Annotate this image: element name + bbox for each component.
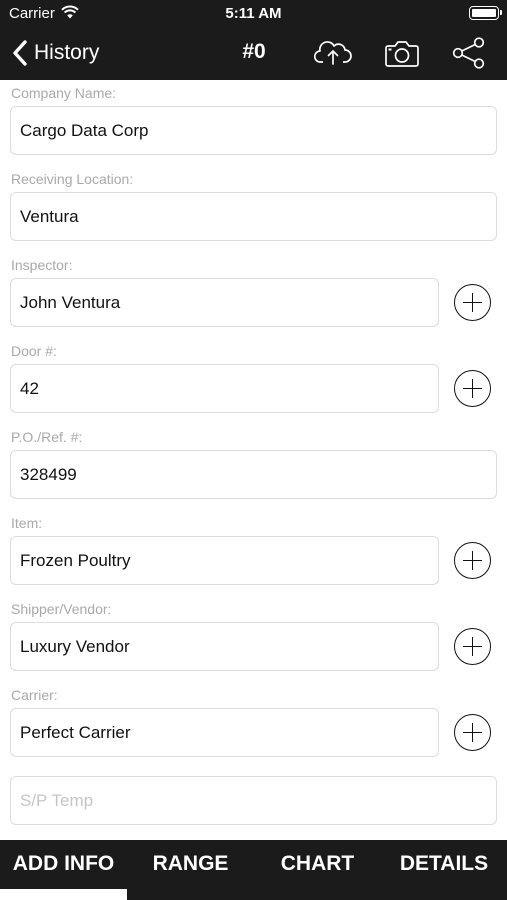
company-name-value: Cargo Data Corp bbox=[20, 120, 149, 140]
receiving-location-label: Receiving Location: bbox=[11, 171, 134, 187]
add-item-button[interactable] bbox=[454, 542, 491, 579]
tab-range[interactable]: RANGE bbox=[127, 840, 254, 900]
tab-chart[interactable]: CHART bbox=[254, 840, 381, 900]
cloud-upload-icon[interactable] bbox=[313, 36, 352, 70]
item-label: Item: bbox=[11, 515, 43, 531]
tab-details-label: DETAILS bbox=[399, 852, 489, 875]
tab-add-info[interactable]: ADD INFO bbox=[0, 840, 127, 900]
add-door-button[interactable] bbox=[454, 370, 491, 407]
back-label: History bbox=[34, 41, 100, 64]
camera-icon[interactable] bbox=[383, 36, 421, 70]
add-inspector-button[interactable] bbox=[454, 284, 491, 321]
item-input[interactable]: Frozen Poultry bbox=[10, 536, 439, 585]
sp-temp-placeholder: S/P Temp bbox=[20, 790, 94, 810]
tab-range-label: RANGE bbox=[152, 852, 229, 875]
tab-details[interactable]: DETAILS bbox=[381, 840, 507, 900]
bottom-tab-bar: ADD INFO RANGE CHART DETAILS bbox=[0, 840, 507, 900]
receiving-location-value: Ventura bbox=[20, 206, 79, 226]
tab-add-info-label: ADD INFO bbox=[12, 852, 115, 875]
carrier-input[interactable]: Perfect Carrier bbox=[10, 708, 439, 757]
chevron-left-icon bbox=[13, 40, 27, 66]
door-input[interactable]: 42 bbox=[10, 364, 439, 413]
company-name-label: Company Name: bbox=[11, 85, 117, 101]
page-title: #0 bbox=[242, 40, 266, 63]
navigation-bar: History #0 bbox=[0, 28, 507, 80]
door-value: 42 bbox=[20, 378, 39, 398]
tab-chart-label: CHART bbox=[280, 852, 355, 875]
sp-temp-input[interactable]: S/P Temp bbox=[10, 776, 497, 825]
door-label: Door #: bbox=[11, 343, 57, 359]
po-ref-value: 328499 bbox=[20, 464, 77, 484]
company-name-input[interactable]: Cargo Data Corp bbox=[10, 106, 497, 155]
battery-icon bbox=[469, 6, 502, 20]
add-shipper-vendor-button[interactable] bbox=[454, 628, 491, 665]
item-value: Frozen Poultry bbox=[20, 550, 131, 570]
carrier-value: Perfect Carrier bbox=[20, 722, 131, 742]
top-bar: Carrier 5:11 AM History #0 bbox=[0, 0, 507, 80]
inspector-label: Inspector: bbox=[11, 257, 73, 273]
carrier-label: Carrier: bbox=[11, 687, 58, 703]
status-time: 5:11 AM bbox=[225, 5, 282, 22]
receiving-location-input[interactable]: Ventura bbox=[10, 192, 497, 241]
po-ref-input[interactable]: 328499 bbox=[10, 450, 497, 499]
inspector-input[interactable]: John Ventura bbox=[10, 278, 439, 327]
shipper-vendor-label: Shipper/Vendor: bbox=[11, 601, 112, 617]
selected-tab-indicator bbox=[0, 889, 127, 900]
back-button[interactable]: History bbox=[12, 38, 99, 68]
shipper-vendor-input[interactable]: Luxury Vendor bbox=[10, 622, 439, 671]
inspector-value: John Ventura bbox=[20, 292, 121, 312]
add-carrier-button[interactable] bbox=[454, 714, 491, 751]
share-icon[interactable] bbox=[450, 36, 488, 70]
status-bar: Carrier 5:11 AM bbox=[0, 0, 507, 28]
po-ref-label: P.O./Ref. #: bbox=[11, 429, 83, 445]
shipper-vendor-value: Luxury Vendor bbox=[20, 636, 130, 656]
